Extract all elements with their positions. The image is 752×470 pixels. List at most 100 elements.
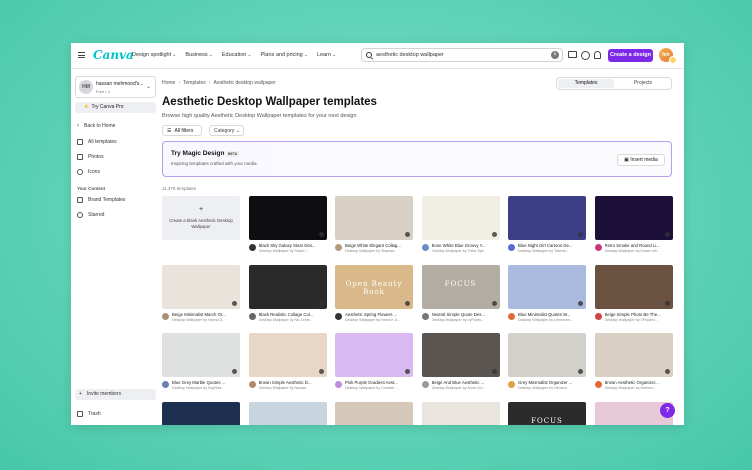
template-thumbnail — [248, 333, 327, 377]
create-blank-card[interactable]: + Create a blank Aesthetic Desktop Wallp… — [162, 196, 240, 240]
all-filters-button[interactable]: ☰ All filters — [162, 125, 202, 136]
template-name: Beige Simple Photo Be The... — [604, 312, 661, 317]
nav-education[interactable]: Education⌄ — [222, 52, 252, 58]
search-bar: × — [361, 48, 563, 62]
sidebar-item-photos[interactable]: Photos — [77, 154, 104, 160]
nav-learn[interactable]: Learn⌄ — [317, 52, 336, 58]
creator-avatar — [594, 313, 602, 320]
template-card[interactable]: FOCUS — [508, 402, 586, 425]
sidebar-item-label: Icons — [88, 169, 100, 175]
template-creator: Desktop Wallpaper by Nic Creat... — [258, 318, 313, 322]
chevron-down-icon: ⌄ — [145, 84, 151, 90]
template-meta: Neutral Simple Quote Des... Desktop Wallp… — [421, 309, 500, 329]
breadcrumb-home[interactable]: Home — [162, 80, 175, 86]
nav-plans-pricing[interactable]: Plans and pricing⌄ — [261, 52, 308, 58]
template-card[interactable]: Beige White Elegant Collag... Desktop Wal… — [335, 196, 413, 260]
search-input[interactable] — [376, 52, 546, 58]
template-thumbnail — [248, 402, 327, 425]
nav-label: Business — [185, 52, 208, 58]
insert-media-button[interactable]: ▣ Insert media — [617, 154, 665, 166]
create-design-button[interactable]: Create a design — [608, 49, 653, 62]
template-card[interactable]: Beige And Blue Aesthetic ... Desktop Wall… — [421, 333, 500, 397]
try-canva-pro-button[interactable]: ♛ Try Canva Pro — [75, 102, 156, 113]
template-thumbnail — [421, 333, 500, 377]
nav-design-spotlight[interactable]: Design spotlight⌄ — [132, 52, 176, 58]
template-card[interactable]: Open Beauty Book Aesthetic Spring Flowers… — [335, 265, 413, 329]
sidebar-item-label: Starred — [88, 212, 105, 218]
tab-templates[interactable]: Templates — [558, 79, 614, 88]
pro-badge-icon — [318, 301, 324, 306]
template-name: Beige Minimalist March Or... — [172, 312, 226, 317]
sidebar-item-starred[interactable]: Starred — [77, 212, 104, 218]
pro-badge-icon — [491, 369, 497, 374]
template-card[interactable] — [248, 402, 327, 425]
template-card[interactable]: Beige Simple Photo Be The... Desktop Wall… — [594, 265, 673, 329]
clear-search-icon[interactable]: × — [551, 51, 559, 59]
your-content-heading: Your Content — [77, 186, 106, 191]
breadcrumb-templates[interactable]: Templates — [183, 80, 206, 86]
template-card[interactable]: Pink Purple Gradient Aest... Desktop Wall… — [335, 333, 413, 397]
magic-design-subtitle: Inspiring templates crafted with your me… — [171, 161, 258, 166]
template-card[interactable]: Black Realistic Collage Col... Desktop Wa… — [248, 265, 327, 329]
account-plan: Free • 1 — [96, 89, 111, 94]
top-bar: Canva Design spotlight⌄ Business⌄ Educat… — [71, 43, 684, 69]
magic-design-title: Try Magic Design — [171, 150, 225, 157]
template-thumbnail — [335, 333, 413, 377]
tab-projects[interactable]: Projects — [615, 79, 671, 88]
template-thumbnail — [162, 402, 240, 425]
template-card[interactable] — [162, 402, 240, 425]
template-creator: Desktop Wallpaper by Anna Cre... — [431, 386, 486, 390]
template-card[interactable]: Retro Smoke and Round Li... Desktop Wallp… — [594, 196, 673, 260]
category-dropdown[interactable]: Category ⌄ — [209, 125, 244, 136]
search-icon — [366, 52, 372, 58]
template-card[interactable] — [421, 402, 500, 425]
template-card[interactable]: Blue Grey Marble Quotes ... Desktop Wallp… — [162, 333, 240, 397]
sidebar-item-label: All templates — [88, 139, 117, 145]
template-card[interactable]: Bone White Blue Groovy Y... Desktop Wallp… — [421, 196, 500, 260]
gear-icon[interactable] — [581, 51, 590, 60]
template-card[interactable]: Black Sky Galaxy Stars Des... Desktop Wal… — [248, 196, 327, 260]
creator-avatar — [421, 381, 429, 388]
template-card[interactable]: Brown Simple Aesthetic D... Desktop Wallp… — [248, 333, 327, 397]
nav-business[interactable]: Business⌄ — [185, 52, 213, 58]
sidebar-item-back-home[interactable]: ‹ Back to Home — [77, 123, 115, 129]
template-card[interactable] — [335, 402, 413, 425]
template-card[interactable]: Beige Minimalist March Or... Desktop Wall… — [162, 265, 240, 329]
breadcrumb-current: Aesthetic desktop wallpaper — [213, 80, 276, 86]
canva-logo[interactable]: Canva — [93, 48, 134, 62]
sidebar-item-brand-templates[interactable]: Brand Templates — [77, 197, 125, 203]
template-card[interactable]: Brown Aesthetic Organizer... Desktop Wall… — [594, 333, 673, 397]
desktop-app-icon[interactable] — [568, 51, 577, 58]
bell-icon[interactable] — [594, 51, 601, 59]
template-thumbnail: FOCUS — [508, 402, 586, 425]
template-meta: Pink Purple Gradient Aest... Desktop Wall… — [335, 377, 413, 397]
template-thumbnail — [508, 333, 586, 377]
photo-icon — [77, 154, 83, 160]
template-card[interactable]: Grey Minimalist Organizer ... Desktop Wal… — [508, 333, 586, 397]
sidebar-item-trash[interactable]: Trash — [77, 411, 101, 417]
template-card[interactable]: Blue Minimalist Quotes W... Desktop Wallp… — [508, 265, 586, 329]
account-switcher[interactable]: HM hassan mehmood's... Free • 1 ⌄ — [75, 76, 156, 98]
template-card[interactable]: Blue Night Girl Cartoon De... Desktop Wal… — [508, 196, 586, 260]
chevron-down-icon: ⌄ — [303, 52, 308, 58]
template-creator: Desktop Wallpaper by Kaiseri Wi... — [604, 249, 660, 253]
template-meta: Brown Aesthetic Organizer... Desktop Wall… — [594, 377, 673, 397]
pro-badge-icon — [491, 232, 497, 237]
trash-icon — [77, 411, 83, 417]
pro-badge-icon — [664, 301, 670, 306]
menu-icon[interactable] — [78, 52, 85, 58]
creator-avatar — [162, 381, 169, 388]
sidebar-item-icons[interactable]: Icons — [77, 169, 100, 175]
shapes-icon — [77, 169, 83, 175]
help-button[interactable]: ? — [660, 403, 675, 418]
sidebar-item-all-templates[interactable]: All templates — [77, 139, 117, 145]
sidebar: HM hassan mehmood's... Free • 1 ⌄ ♛ Try C… — [71, 70, 159, 425]
template-meta: Grey Minimalist Organizer ... Desktop Wal… — [508, 377, 586, 397]
template-creator: Desktop Wallpaper by Tekenin... — [518, 249, 570, 253]
invite-members-button[interactable]: + Invite members — [75, 389, 156, 400]
template-thumbnail — [162, 333, 240, 377]
creator-avatar — [508, 381, 515, 388]
template-card[interactable]: FOCUS Neutral Simple Quote Des... Desktop … — [421, 265, 500, 329]
nav-label: Learn — [316, 52, 332, 58]
nav-label: Design spotlight — [132, 52, 172, 58]
